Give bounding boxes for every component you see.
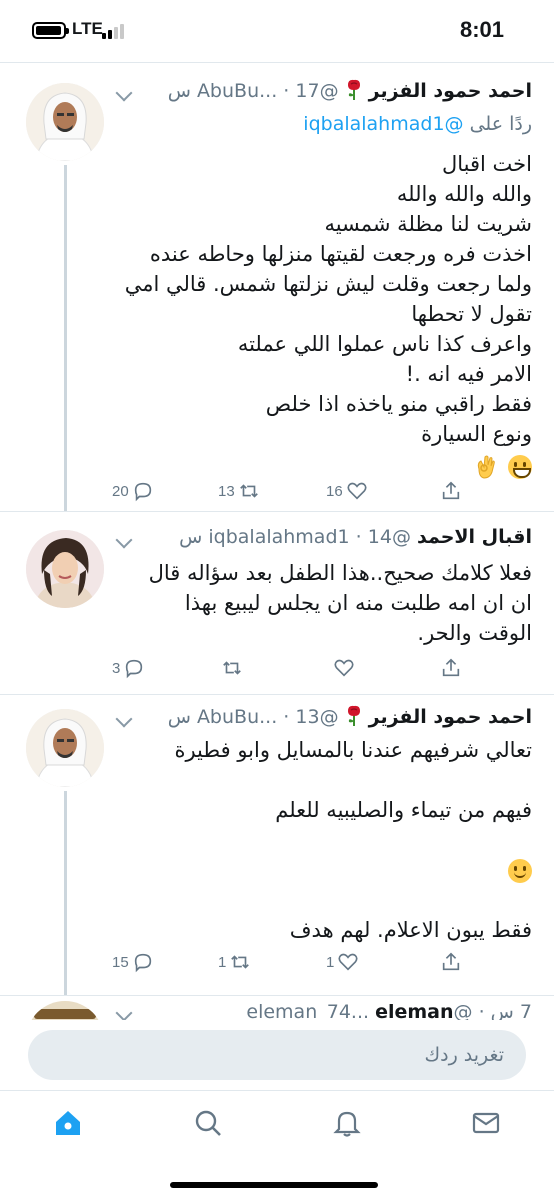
tweet-line: والله والله والله — [396, 182, 532, 206]
reply-button[interactable]: 20 — [112, 476, 154, 506]
rose-emoji-icon — [339, 79, 363, 102]
share-icon — [442, 952, 460, 971]
tweet-line: شريت لنا مظلة شمسيه — [324, 212, 532, 236]
tweet-line: ان ان امه طلبت منه ان يجلس ليبيع بهذا — [184, 591, 532, 615]
retweet-button[interactable] — [218, 653, 243, 683]
reply-icon — [134, 482, 151, 502]
chevron-down-icon[interactable] — [115, 710, 133, 728]
avatar[interactable] — [26, 530, 104, 608]
tweet[interactable]: احمد حمود الفزير @AbuBu... · 13 س تعالي … — [0, 695, 554, 995]
retweet-count: 1 — [218, 953, 227, 971]
grinning-face-icon — [508, 455, 532, 479]
avatar[interactable] — [26, 709, 104, 787]
reply-count: 15 — [112, 953, 129, 971]
tweet-line: فعلا كلامك صحيح..هذا الطفل بعد سؤاله قال — [148, 561, 532, 585]
like-button[interactable] — [330, 653, 355, 683]
heart-icon — [334, 659, 354, 677]
like-button[interactable]: 1 — [326, 947, 359, 977]
reply-icon — [126, 659, 143, 679]
tweet-line: ولما رجعت وقلت ليش نزلتها شمس. قالي امي — [124, 272, 532, 296]
signal-strength-icon — [102, 23, 128, 39]
share-button[interactable] — [440, 653, 462, 683]
tweet[interactable]: اقبال الاحمد @iqbalalahmad1 · 14 س فعلا … — [0, 512, 554, 694]
like-count: 1 — [326, 953, 335, 971]
tweet-actions: 3 — [110, 653, 470, 683]
heart-icon — [338, 953, 358, 971]
reply-count: 20 — [112, 482, 129, 500]
tweet-line — [118, 885, 532, 915]
tweet-text: اخت اقبال والله والله والله شريت لنا مظل… — [118, 149, 532, 481]
retweet-button[interactable]: 1 — [218, 947, 251, 977]
reply-button[interactable]: 3 — [112, 653, 145, 683]
reply-button[interactable]: 15 — [112, 947, 154, 977]
share-icon — [442, 658, 460, 677]
tweet-line: الوقت والحر. — [417, 621, 532, 645]
tweet-line — [118, 825, 532, 855]
display-name[interactable]: احمد حمود الفزير — [369, 706, 532, 728]
bottom-tab-bar — [0, 1090, 554, 1200]
share-button[interactable] — [440, 476, 462, 506]
reply-mention-link[interactable]: @iqbalalahmad1 — [303, 113, 463, 135]
reply-context: ردًا على @iqbalalahmad1 — [118, 113, 532, 135]
retweet-icon — [231, 955, 250, 969]
avatar[interactable] — [26, 83, 104, 161]
tweet-header: احمد حمود الفزير @AbuBu... · 17 س — [115, 79, 532, 109]
thread-connector — [64, 791, 67, 995]
display-name[interactable]: اقبال الاحمد — [417, 526, 532, 548]
heart-icon — [347, 482, 367, 500]
tweet-text: تعالي شرفيهم عندنا بالمسايل وابو فطيرة ف… — [118, 735, 532, 945]
home-icon[interactable] — [52, 1107, 84, 1139]
thread-connector — [64, 165, 67, 511]
tweet-line: اخذت فره ورجعت لقيتها منزلها وحاطه عنده — [149, 242, 532, 266]
like-count: 16 — [326, 482, 343, 500]
retweet-icon — [239, 484, 258, 498]
network-type: LTE — [72, 19, 103, 38]
chevron-down-icon[interactable] — [115, 84, 133, 102]
tweet-line: ونوع السيارة — [421, 422, 532, 446]
messages-icon[interactable] — [470, 1107, 502, 1139]
reply-placeholder: تغريد ردك — [424, 1044, 504, 1066]
retweet-icon — [223, 661, 241, 675]
notifications-icon[interactable] — [331, 1107, 363, 1139]
like-button[interactable]: 16 — [326, 476, 368, 506]
tweet-actions: 15 1 1 — [110, 947, 470, 977]
tweet-line: فقط يبون الاعلام. لهم هدف — [289, 918, 532, 942]
tweet-header: احمد حمود الفزير @AbuBu... · 13 س — [115, 705, 532, 735]
tweet-actions: 20 13 16 — [110, 476, 470, 506]
share-button[interactable] — [440, 947, 462, 977]
chevron-down-icon[interactable] — [115, 531, 133, 549]
emoji-line — [118, 855, 532, 885]
retweet-count: 13 — [218, 482, 235, 500]
tweet-line: اخت اقبال — [442, 152, 532, 176]
reply-prefix: ردًا على — [469, 113, 532, 135]
ok-hand-icon — [475, 455, 497, 479]
tweet-line: فقط راقبي منو ياخذه اذا خلص — [265, 392, 532, 416]
tweet-line — [118, 765, 532, 795]
home-indicator — [170, 1182, 378, 1188]
divider — [0, 995, 554, 996]
search-icon[interactable] — [192, 1107, 224, 1139]
reply-input[interactable]: تغريد ردك — [28, 1030, 526, 1080]
tweet-line: فيهم من تيماء والصليبيه للعلم — [275, 798, 532, 822]
compose-bar: تغريد ردك — [0, 1020, 554, 1090]
display-name[interactable]: احمد حمود الفزير — [369, 80, 532, 102]
reply-icon — [134, 953, 151, 973]
share-icon — [442, 481, 460, 500]
tweet[interactable]: احمد حمود الفزير @AbuBu... · 17 س ردًا ع… — [0, 63, 554, 511]
tweet-line: تقول لا تحطها — [411, 302, 532, 326]
tweet-line: تعالي شرفيهم عندنا بالمسايل وابو فطيرة — [174, 738, 532, 762]
status-bar: LTE 8:01 — [0, 0, 554, 62]
tweet-text: فعلا كلامك صحيح..هذا الطفل بعد سؤاله قال… — [118, 558, 532, 648]
tweet-header: اقبال الاحمد @iqbalalahmad1 · 14 س — [115, 526, 532, 556]
rose-emoji-icon — [339, 705, 363, 728]
chevron-down-icon[interactable] — [115, 1004, 133, 1022]
slightly-smiling-face-icon — [508, 859, 532, 883]
retweet-button[interactable]: 13 — [218, 476, 260, 506]
tweet-line: واعرف كذا ناس عملوا اللي عملته — [237, 332, 532, 356]
tweet-line: الامر فيه انه .! — [405, 362, 532, 386]
battery-icon — [32, 22, 69, 39]
status-time: 8:01 — [459, 17, 504, 42]
reply-count: 3 — [112, 659, 121, 677]
